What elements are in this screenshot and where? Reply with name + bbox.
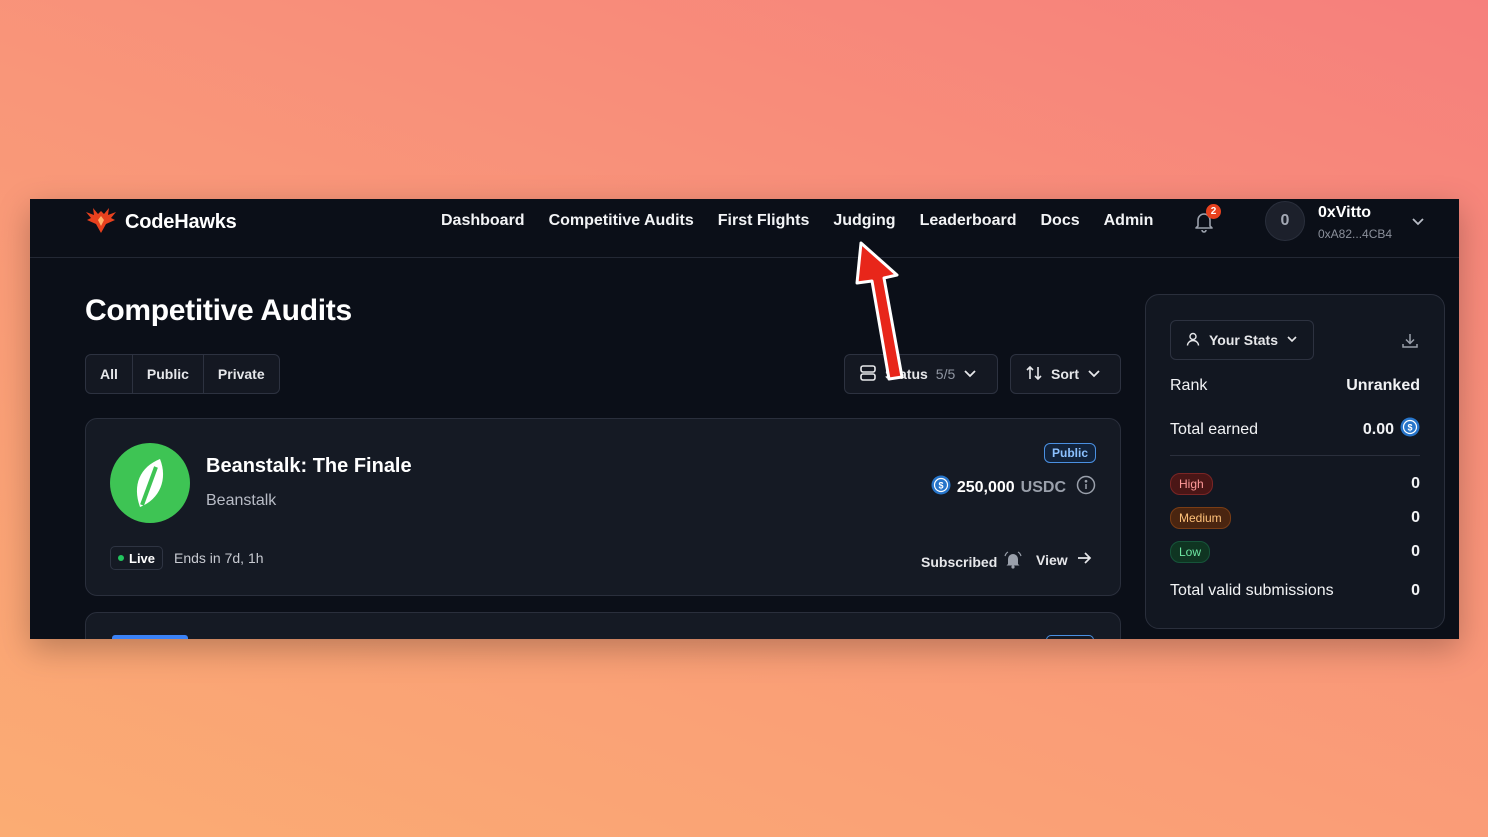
ends-in-text: Ends in 7d, 1h [174, 550, 264, 566]
total-earned-value-group: 0.00 $ [1363, 417, 1420, 442]
medium-count: 0 [1411, 509, 1420, 526]
audit-card[interactable]: Beanstalk: The Finale Beanstalk Public $… [85, 418, 1121, 596]
status-dropdown[interactable]: Status 5/5 [844, 354, 998, 394]
high-count: 0 [1411, 475, 1420, 492]
rank-label: Rank [1170, 377, 1208, 394]
valid-submissions-label: Total valid submissions [1170, 582, 1334, 599]
severity-high-badge: High [1170, 473, 1213, 495]
sort-dropdown[interactable]: Sort [1010, 354, 1121, 394]
live-dot [118, 555, 124, 561]
your-stats-dropdown[interactable]: Your Stats [1170, 320, 1314, 360]
prize-pool: $ 250,000 USDC [931, 475, 1096, 500]
brand-name: CodeHawks [125, 210, 237, 233]
bell-ringing-icon [1003, 550, 1023, 573]
nav-first-flights[interactable]: First Flights [718, 212, 810, 230]
audit-card-partial[interactable] [85, 612, 1121, 639]
high-row: High 0 [1170, 473, 1420, 495]
your-stats-label: Your Stats [1209, 332, 1278, 348]
nav-dashboard[interactable]: Dashboard [441, 212, 525, 230]
status-dropdown-count: 5/5 [935, 366, 956, 382]
rank-value: Unranked [1346, 377, 1420, 394]
sort-arrows-icon [1025, 364, 1043, 385]
prize-unit: USDC [1020, 478, 1066, 496]
usdc-coin-icon: $ [931, 475, 951, 500]
audit-organization: Beanstalk [206, 492, 277, 509]
nav-judging[interactable]: Judging [833, 212, 895, 230]
your-stats-panel: Your Stats Rank Unranked Total earned 0.… [1145, 294, 1445, 629]
view-audit-link[interactable]: View [1036, 550, 1092, 569]
status-dropdown-label: Status [885, 366, 928, 382]
audit-title[interactable]: Beanstalk: The Finale [206, 455, 412, 478]
audit-logo-partial [112, 635, 188, 639]
medium-row: Medium 0 [1170, 507, 1420, 529]
info-icon[interactable] [1076, 475, 1096, 500]
visibility-badge-partial [1046, 635, 1094, 639]
visibility-badge: Public [1043, 443, 1096, 463]
low-count: 0 [1411, 543, 1420, 560]
valid-submissions-count: 0 [1411, 582, 1420, 599]
status-live-badge: Live [110, 546, 164, 570]
app-window: CodeHawks Dashboard Competitive Audits F… [30, 199, 1459, 639]
view-label: View [1036, 551, 1068, 568]
total-earned-value: 0.00 [1362, 420, 1394, 438]
total-earned-row: Total earned 0.00 $ [1170, 417, 1420, 442]
prize-amount: 250,000 [956, 478, 1015, 496]
usdc-coin-icon: $ [1400, 417, 1420, 442]
filter-all-button[interactable]: All [86, 355, 133, 393]
total-earned-label: Total earned [1170, 420, 1259, 438]
svg-text:$: $ [938, 481, 943, 491]
top-navigation: CodeHawks Dashboard Competitive Audits F… [30, 199, 1459, 258]
notification-count-badge: 2 [1206, 204, 1221, 219]
filter-public-button[interactable]: Public [133, 355, 204, 393]
valid-submissions-row: Total valid submissions 0 [1170, 582, 1420, 600]
status-live-label: Live [129, 550, 156, 566]
visibility-filter-group: All Public Private [85, 354, 280, 394]
nav-leaderboard[interactable]: Leaderboard [920, 212, 1017, 230]
status-stack-icon [859, 364, 877, 385]
arrow-right-icon [1076, 550, 1092, 569]
stats-divider [1170, 455, 1420, 456]
download-icon[interactable] [1400, 331, 1420, 356]
severity-medium-badge: Medium [1170, 507, 1231, 529]
user-avatar[interactable]: 0 [1265, 201, 1305, 241]
main-nav: Dashboard Competitive Audits First Fligh… [441, 212, 1177, 230]
subscribed-button[interactable]: Subscribed [921, 550, 1023, 573]
low-row: Low 0 [1170, 541, 1420, 563]
user-wallet-address: 0xA82...4CB4 [1318, 227, 1393, 241]
beanstalk-logo [110, 443, 190, 523]
subscribed-label: Subscribed [921, 553, 998, 570]
rank-row: Rank Unranked [1170, 377, 1420, 395]
hawk-logo-icon [85, 206, 117, 239]
your-stats-chevron-down-icon [1286, 332, 1298, 348]
user-icon [1185, 331, 1201, 350]
sort-chevron-down-icon [1087, 366, 1101, 383]
user-menu-chevron-down-icon[interactable] [1410, 213, 1426, 234]
status-chevron-down-icon [963, 366, 977, 383]
nav-competitive-audits[interactable]: Competitive Audits [549, 212, 694, 230]
page-title: Competitive Audits [85, 294, 352, 327]
severity-low-badge: Low [1170, 541, 1211, 563]
brand-logo-link[interactable]: CodeHawks [85, 207, 237, 237]
filter-private-button[interactable]: Private [204, 355, 279, 393]
sort-dropdown-label: Sort [1051, 366, 1079, 382]
nav-admin[interactable]: Admin [1104, 212, 1154, 230]
nav-docs[interactable]: Docs [1040, 212, 1079, 230]
user-name[interactable]: 0xVitto [1318, 204, 1371, 222]
svg-text:$: $ [1407, 423, 1412, 433]
